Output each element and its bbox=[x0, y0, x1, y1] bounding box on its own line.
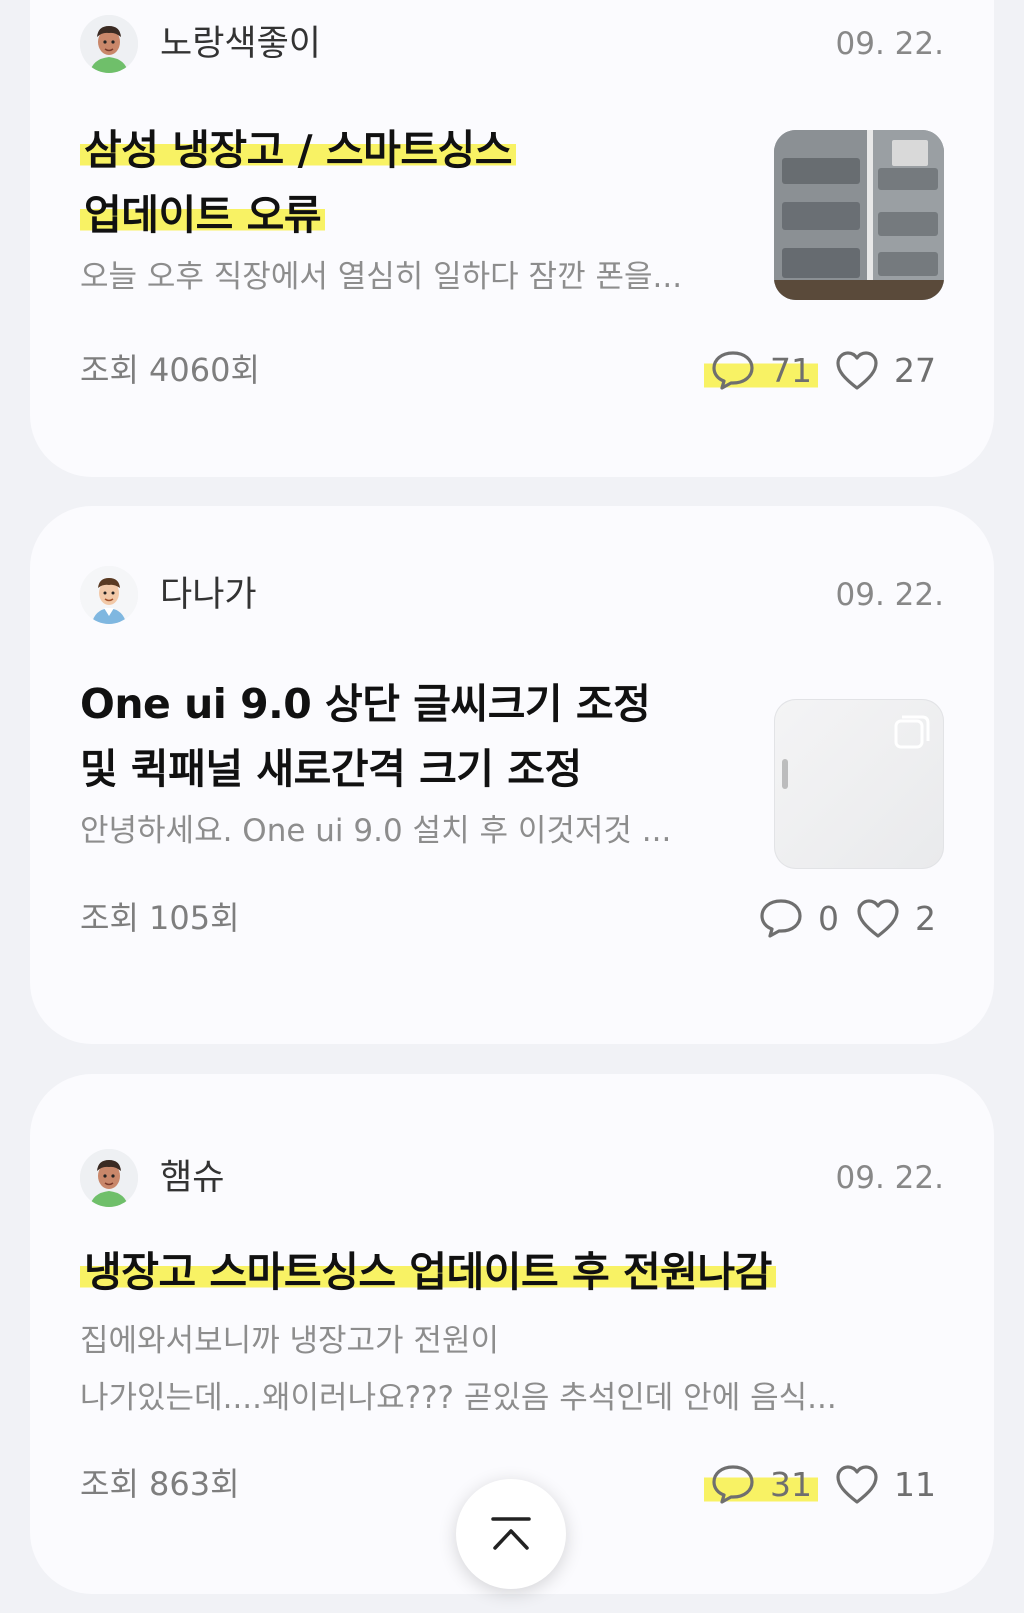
like-count[interactable]: 27 bbox=[834, 348, 936, 392]
man-avatar-icon bbox=[80, 15, 138, 73]
like-count-value: 2 bbox=[915, 898, 936, 938]
comment-count[interactable]: 31 bbox=[704, 1462, 818, 1506]
heart-icon bbox=[836, 1465, 878, 1504]
view-count: 조회 4060회 bbox=[80, 351, 260, 389]
highlighted-text: 업데이트 오류 bbox=[80, 191, 326, 239]
comment-bubble-icon bbox=[760, 899, 802, 938]
like-count-value: 11 bbox=[894, 1464, 936, 1504]
post-title-line: 및 퀵패널 새로간격 크기 조정 bbox=[80, 745, 582, 793]
comment-count-value: 71 bbox=[770, 350, 812, 390]
post-date: 09. 22. bbox=[835, 577, 944, 613]
post-excerpt-line[interactable]: 나가있는데....왜이러나요??? 곧있음 추석인데 안에 음식... bbox=[80, 1371, 950, 1425]
post-stats: 31 11 bbox=[704, 1462, 936, 1506]
heart-icon bbox=[857, 899, 899, 938]
highlighted-text: 냉장고 스마트싱스 업데이트 후 전원나감 bbox=[80, 1248, 776, 1296]
post-thumbnail[interactable] bbox=[774, 699, 944, 869]
man-avatar-icon bbox=[80, 566, 138, 624]
avatar[interactable] bbox=[80, 566, 138, 624]
comment-bubble-icon bbox=[712, 1465, 754, 1504]
avatar[interactable] bbox=[80, 1149, 138, 1207]
post-title-line: 업데이트 오류 bbox=[80, 183, 516, 248]
refrigerator-photo bbox=[774, 130, 944, 300]
chevron-up-bar-icon bbox=[491, 1517, 531, 1550]
post-date: 09. 22. bbox=[835, 26, 944, 62]
man-avatar-icon bbox=[80, 1149, 138, 1207]
post-thumbnail[interactable] bbox=[774, 130, 944, 300]
post-excerpt-line[interactable]: 집에와서보니까 냉장고가 전원이 bbox=[80, 1314, 950, 1368]
like-count-value: 27 bbox=[894, 350, 936, 390]
view-count: 조회 105회 bbox=[80, 899, 240, 937]
like-count[interactable]: 11 bbox=[834, 1462, 936, 1506]
author-name[interactable]: 햄슈 bbox=[160, 1156, 224, 1200]
view-count: 조회 863회 bbox=[80, 1465, 240, 1503]
comment-count-value: 31 bbox=[770, 1464, 812, 1504]
post-title-line: 삼성 냉장고 / 스마트싱스 bbox=[80, 118, 516, 183]
avatar[interactable] bbox=[80, 15, 138, 73]
multiple-images-icon bbox=[894, 715, 930, 749]
like-count[interactable]: 2 bbox=[855, 896, 936, 940]
post-stats: 71 27 bbox=[704, 348, 936, 392]
heart-icon bbox=[836, 351, 878, 390]
post-title-line: 냉장고 스마트싱스 업데이트 후 전원나감 bbox=[80, 1240, 776, 1305]
post-date: 09. 22. bbox=[835, 1160, 944, 1196]
post-title[interactable]: One ui 9.0 상단 글씨크기 조정 및 퀵패널 새로간격 크기 조정 bbox=[80, 672, 651, 802]
scroll-to-top-button[interactable] bbox=[456, 1479, 566, 1589]
author-name[interactable]: 노랑색좋이 bbox=[160, 22, 321, 66]
post-stats: 0 2 bbox=[758, 896, 936, 940]
comment-count[interactable]: 71 bbox=[704, 348, 818, 392]
highlighted-text: 삼성 냉장고 / 스마트싱스 bbox=[80, 126, 516, 174]
post-title[interactable]: 냉장고 스마트싱스 업데이트 후 전원나감 bbox=[80, 1240, 776, 1305]
comment-bubble-icon bbox=[712, 351, 754, 390]
comment-count-value: 0 bbox=[818, 898, 839, 938]
post-excerpt[interactable]: 안녕하세요. One ui 9.0 설치 후 이것저것 ... bbox=[80, 804, 730, 858]
post-card[interactable]: 노랑색좋이 09. 22. 삼성 냉장고 / 스마트싱스 업데이트 오류 오늘 … bbox=[30, 0, 994, 477]
post-title-line: One ui 9.0 상단 글씨크기 조정 bbox=[80, 680, 651, 728]
post-excerpt[interactable]: 오늘 오후 직장에서 열심히 일하다 잠깐 폰을... bbox=[80, 250, 740, 304]
comment-count[interactable]: 0 bbox=[758, 896, 839, 940]
post-title[interactable]: 삼성 냉장고 / 스마트싱스 업데이트 오류 bbox=[80, 118, 516, 248]
author-name[interactable]: 다나가 bbox=[160, 573, 257, 617]
post-card[interactable]: 다나가 09. 22. One ui 9.0 상단 글씨크기 조정 및 퀵패널 … bbox=[30, 506, 994, 1044]
